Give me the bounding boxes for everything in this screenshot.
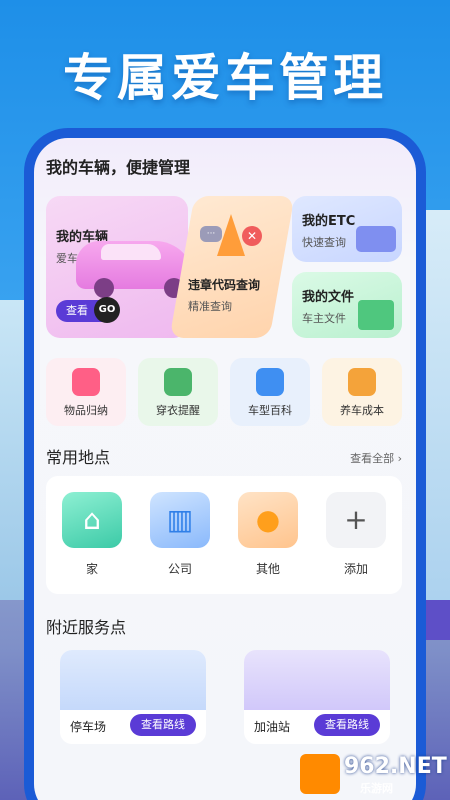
chevron-right-icon: › — [397, 452, 402, 465]
place-item-home[interactable]: ⌂ 家 — [60, 492, 124, 582]
site-watermark: 962.NET 乐游网 — [300, 754, 447, 795]
car-wheel-icon — [94, 278, 114, 298]
app-screen: 我的车辆，便捷管理 我的车辆 爱车信息 查看 GO ··· ✕ 违章代码查询 精… — [34, 138, 416, 800]
my-documents-card[interactable]: 我的文件 车主文件 — [292, 272, 402, 338]
place-label: 其他 — [255, 562, 280, 576]
feature-item-car-wiki[interactable]: 车型百科 — [230, 358, 310, 426]
go-button[interactable]: GO — [94, 297, 120, 323]
building-icon: ▥ — [150, 492, 210, 548]
screen-title: 我的车辆，便捷管理 — [46, 158, 191, 177]
etc-card-subtitle: 快速查询 — [302, 236, 346, 249]
home-icon: ⌂ — [62, 492, 122, 548]
service-card-parking[interactable]: 停车场 查看路线 — [60, 650, 206, 744]
view-route-button[interactable]: 查看路线 — [314, 714, 380, 736]
parking-illustration — [60, 650, 206, 710]
car-window — [101, 244, 161, 260]
places-panel: ⌂ 家 ▥ 公司 ● 其他 + 添加 — [46, 476, 402, 594]
etc-card-title: 我的ETC — [302, 214, 356, 229]
documents-card-title: 我的文件 — [302, 290, 355, 305]
jacket-icon — [164, 368, 192, 396]
money-bag-icon — [348, 368, 376, 396]
feature-label: 车型百科 — [248, 404, 292, 417]
traffic-cone-icon — [217, 214, 245, 256]
view-all-link[interactable]: 查看全部 › — [350, 450, 402, 466]
feature-item-clothing[interactable]: 穿衣提醒 — [138, 358, 218, 426]
violation-card-subtitle: 精准查询 — [188, 300, 232, 313]
place-item-other[interactable]: ● 其他 — [236, 492, 300, 582]
place-item-add[interactable]: + 添加 — [324, 492, 388, 582]
watermark-number: 962.NET — [344, 754, 447, 779]
view-route-button[interactable]: 查看路线 — [130, 714, 196, 736]
my-vehicle-card[interactable]: 我的车辆 爱车信息 查看 GO — [46, 196, 188, 338]
location-pin-icon: ● — [238, 492, 298, 548]
folder-icon — [358, 300, 394, 330]
car-book-icon — [256, 368, 284, 396]
service-name: 停车场 — [70, 720, 107, 734]
documents-card-subtitle: 车主文件 — [302, 312, 346, 325]
places-section-title: 常用地点 — [46, 448, 111, 467]
gas-station-illustration — [244, 650, 390, 710]
feature-item-car-cost[interactable]: 养车成本 — [322, 358, 402, 426]
my-etc-card[interactable]: 我的ETC 快速查询 — [292, 196, 402, 262]
service-card-gas-station[interactable]: 加油站 查看路线 — [244, 650, 390, 744]
etc-card-icon — [356, 226, 396, 252]
place-label: 家 — [85, 562, 98, 576]
watermark-sub: 乐游网 — [360, 782, 393, 795]
services-section-title: 附近服务点 — [46, 618, 127, 637]
plus-icon: + — [326, 492, 386, 548]
place-item-company[interactable]: ▥ 公司 — [148, 492, 212, 582]
violation-card-title: 违章代码查询 — [188, 278, 261, 292]
promo-headline: 专属爱车管理 — [63, 49, 387, 107]
watermark-logo-icon — [300, 754, 340, 794]
feature-label: 穿衣提醒 — [156, 404, 200, 417]
feature-label: 养车成本 — [340, 404, 384, 417]
gift-box-icon — [72, 368, 100, 396]
phone-frame: 我的车辆，便捷管理 我的车辆 爱车信息 查看 GO ··· ✕ 违章代码查询 精… — [24, 128, 426, 800]
violation-code-card[interactable]: ··· ✕ 违章代码查询 精准查询 — [169, 196, 295, 338]
feature-label: 物品归纳 — [64, 404, 108, 417]
close-badge-icon: ✕ — [242, 226, 262, 246]
view-all-label: 查看全部 — [350, 452, 395, 465]
feature-item-storage[interactable]: 物品归纳 — [46, 358, 126, 426]
service-name: 加油站 — [254, 720, 291, 734]
place-label: 添加 — [343, 562, 368, 576]
place-label: 公司 — [167, 562, 192, 576]
violation-card-content: ··· ✕ 违章代码查询 精准查询 — [182, 196, 282, 338]
